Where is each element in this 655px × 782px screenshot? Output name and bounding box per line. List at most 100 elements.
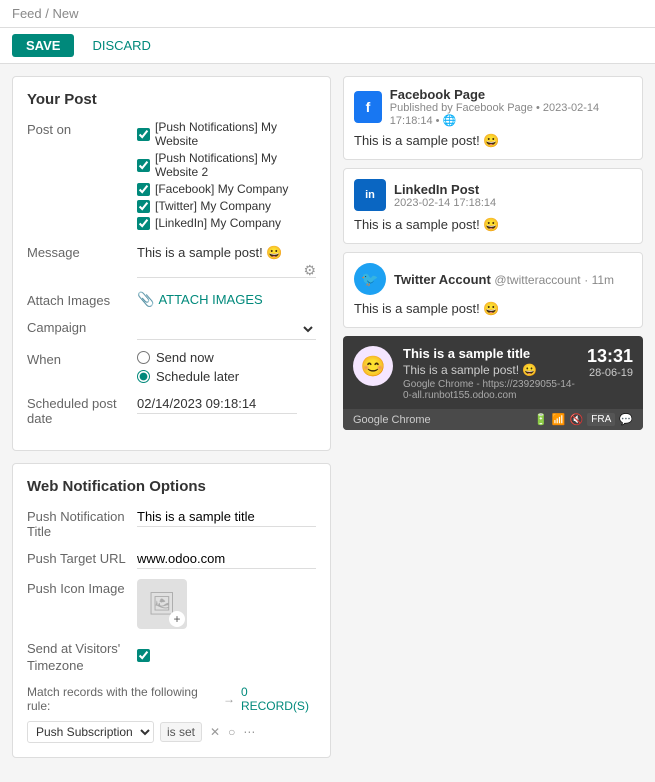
filter-delete-icon[interactable]: ✕ <box>208 723 222 741</box>
volume-icon: 🔇 <box>570 413 584 426</box>
linkedin-avatar: in <box>354 179 386 211</box>
push-icon-row: Push Icon Image 🖼 + <box>27 579 316 629</box>
push-preview-time-block: 13:31 28-06-19 <box>587 346 633 379</box>
send-now-radio[interactable] <box>137 351 150 364</box>
filter-add-icon[interactable]: ○ <box>226 723 237 741</box>
your-post-title: Your Post <box>27 91 316 108</box>
channel-checkbox-5[interactable] <box>137 217 150 230</box>
push-title-row: Push Notification Title <box>27 507 316 539</box>
discard-button[interactable]: DISCARD <box>82 34 161 57</box>
when-row: When Send now Schedule later <box>27 350 316 384</box>
records-count-badge[interactable]: 0 RECORD(S) <box>241 685 316 713</box>
channel-checkbox-4[interactable] <box>137 200 150 213</box>
icon-upload-area[interactable]: 🖼 + <box>137 579 187 629</box>
push-preview: 😊 This is a sample title This is a sampl… <box>343 336 643 430</box>
timezone-checkbox[interactable] <box>137 649 150 662</box>
attach-images-button[interactable]: 📎 ATTACH IMAGES <box>137 291 263 308</box>
attach-images-label: Attach Images <box>27 291 137 308</box>
when-options: Send now Schedule later <box>137 350 316 384</box>
linkedin-content: This is a sample post! 😀 <box>354 217 632 233</box>
message-input[interactable]: This is a sample post! 😀 <box>137 243 316 278</box>
twitter-content: This is a sample post! 😀 <box>354 301 632 317</box>
linkedin-meta: 2023-02-14 17:18:14 <box>394 197 496 209</box>
scheduled-date-input[interactable] <box>137 394 297 414</box>
linkedin-info: LinkedIn Post 2023-02-14 17:18:14 <box>394 182 496 209</box>
when-label: When <box>27 350 137 367</box>
facebook-name: Facebook Page <box>390 87 632 102</box>
attach-images-row: Attach Images 📎 ATTACH IMAGES <box>27 291 316 308</box>
send-now-option: Send now <box>137 350 316 365</box>
filter-field-select[interactable]: Push Subscription <box>27 721 154 743</box>
channels-list: [Push Notifications] My Website [Push No… <box>137 120 316 233</box>
facebook-avatar: f <box>354 91 382 123</box>
match-records-row: Match records with the following rule: →… <box>27 685 316 713</box>
filter-icons: ✕ ○ ⋯ <box>208 723 257 741</box>
linkedin-card: in LinkedIn Post 2023-02-14 17:18:14 Thi… <box>343 168 643 244</box>
emoji-icon[interactable]: ⚙ <box>303 262 316 279</box>
push-preview-inner: 😊 This is a sample title This is a sampl… <box>353 346 633 401</box>
send-now-label: Send now <box>156 350 214 365</box>
campaign-value <box>137 318 316 340</box>
schedule-later-label: Schedule later <box>156 369 239 384</box>
push-title-value <box>137 507 316 527</box>
channel-item: [Push Notifications] My Website 2 <box>137 151 316 179</box>
left-panel: Your Post Post on [Push Notifications] M… <box>12 76 331 770</box>
channel-label-5: [LinkedIn] My Company <box>155 216 281 230</box>
channel-checkbox-2[interactable] <box>137 159 150 172</box>
channel-checkbox-1[interactable] <box>137 128 150 141</box>
push-preview-avatar: 😊 <box>353 346 393 386</box>
message-row: Message This is a sample post! 😀 ⚙ <box>27 243 316 281</box>
keyboard-icon: FRA <box>587 413 615 426</box>
push-bottom-bar: Google Chrome 🔋 📶 🔇 FRA 💬 <box>343 409 643 430</box>
twitter-card: 🐦 Twitter Account @twitteraccount · 11m … <box>343 252 643 328</box>
push-title-input[interactable] <box>137 507 316 527</box>
timezone-label-line2: Timezone <box>27 658 84 673</box>
push-url-value <box>137 549 316 569</box>
upload-plus-icon: + <box>169 611 185 627</box>
channel-item: [Facebook] My Company <box>137 182 316 196</box>
twitter-card-header: 🐦 Twitter Account @twitteraccount · 11m <box>354 263 632 295</box>
web-notification-title: Web Notification Options <box>27 478 316 495</box>
notification-icon: 💬 <box>619 413 633 426</box>
timezone-label-line1: Send at Visitors' <box>27 641 120 656</box>
channel-label-4: [Twitter] My Company <box>155 199 271 213</box>
campaign-label: Campaign <box>27 318 137 335</box>
push-preview-url: Google Chrome - https://23929055-14-0-al… <box>403 379 577 401</box>
breadcrumb: Feed / New <box>12 6 79 21</box>
channel-label-3: [Facebook] My Company <box>155 182 288 196</box>
battery-icon: 🔋 <box>534 413 548 426</box>
push-url-input[interactable] <box>137 549 316 569</box>
push-title-label: Push Notification Title <box>27 507 137 539</box>
filter-more-icon[interactable]: ⋯ <box>241 723 257 741</box>
channel-checkbox-3[interactable] <box>137 183 150 196</box>
attach-btn-label: ATTACH IMAGES <box>158 292 262 307</box>
linkedin-card-header: in LinkedIn Post 2023-02-14 17:18:14 <box>354 179 632 211</box>
post-on-row: Post on [Push Notifications] My Website … <box>27 120 316 233</box>
channel-label-1: [Push Notifications] My Website <box>155 120 316 148</box>
campaign-select[interactable] <box>137 318 316 340</box>
scheduled-date-label: Scheduled post date <box>27 394 137 426</box>
push-bottom-icons: 🔋 📶 🔇 FRA 💬 <box>534 413 633 426</box>
channel-item: [Push Notifications] My Website <box>137 120 316 148</box>
push-preview-date: 28-06-19 <box>587 367 633 379</box>
push-preview-text: This is a sample title This is a sample … <box>403 346 577 401</box>
attach-icon: 📎 <box>137 291 154 308</box>
timezone-row: Send at Visitors' Timezone <box>27 639 316 675</box>
save-button[interactable]: SAVE <box>12 34 74 57</box>
post-on-label: Post on <box>27 120 137 137</box>
facebook-meta: Published by Facebook Page • 2023-02-14 … <box>390 102 632 127</box>
push-preview-title: This is a sample title <box>403 346 577 361</box>
twitter-name-text: Twitter Account <box>394 272 491 287</box>
top-bar: Feed / New <box>0 0 655 28</box>
breadcrumb-parent: Feed <box>12 6 42 21</box>
schedule-later-option: Schedule later <box>137 369 316 384</box>
timezone-label: Send at Visitors' Timezone <box>27 639 137 675</box>
schedule-later-radio[interactable] <box>137 370 150 383</box>
scheduled-date-row: Scheduled post date <box>27 394 316 426</box>
push-preview-body: This is a sample post! 😀 <box>403 363 577 377</box>
match-records-label: Match records with the following rule: <box>27 685 217 713</box>
web-notification-section: Web Notification Options Push Notificati… <box>12 463 331 758</box>
facebook-content: This is a sample post! 😀 <box>354 133 632 149</box>
message-wrapper: This is a sample post! 😀 ⚙ <box>137 243 316 281</box>
linkedin-name: LinkedIn Post <box>394 182 496 197</box>
